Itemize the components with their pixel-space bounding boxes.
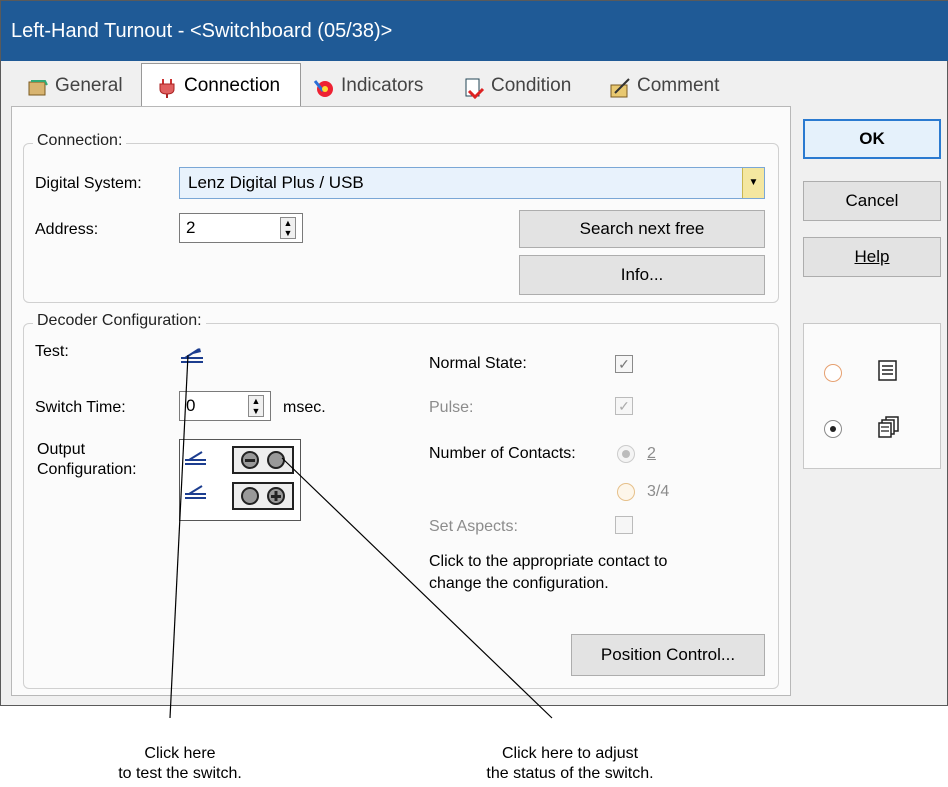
annotation-line-test (169, 354, 189, 719)
annotation-lines (169, 354, 553, 719)
annotation-test-line-1: Click here (144, 745, 216, 762)
annotation-line-status (281, 457, 553, 719)
annotation-test-line-2: to test the switch. (118, 765, 242, 782)
annotation-status-line-2: the status of the switch. (486, 765, 654, 782)
annotation-status-line-1: Click here to adjust (501, 745, 639, 762)
